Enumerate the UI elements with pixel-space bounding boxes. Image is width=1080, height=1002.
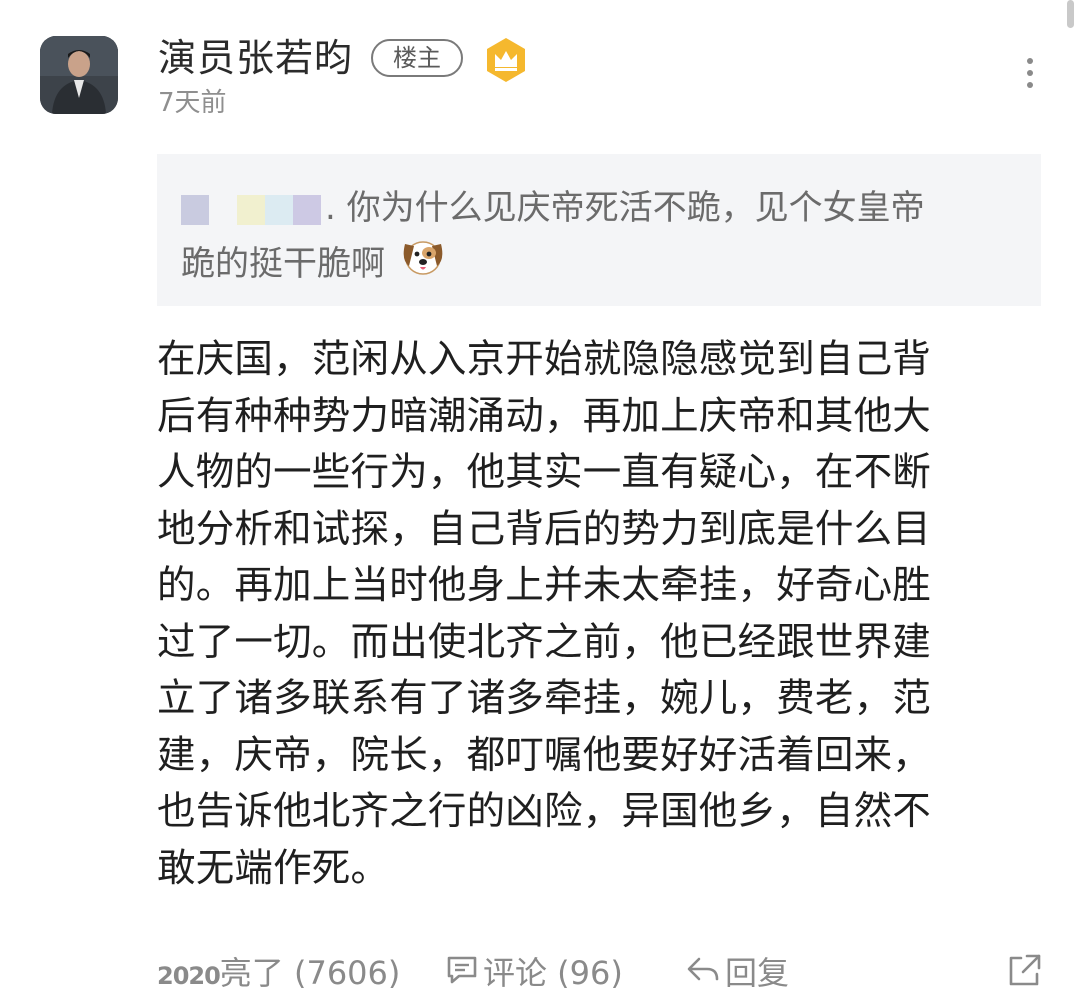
author-name[interactable]: 演员张若昀	[158, 34, 353, 82]
quote-line-1: . 你为什么见庆帝死活不跪，见个女皇帝	[181, 180, 1017, 236]
comment-label: 评论 (96)	[483, 954, 623, 992]
post-time: 7天前	[158, 88, 227, 118]
reply-button[interactable]: 回复	[685, 950, 789, 998]
body-line: 人物的一些行为，他其实一直有疑心，在不断	[157, 450, 932, 495]
like-button[interactable]: 2020亮了 (7606)	[157, 950, 400, 999]
avatar[interactable]	[40, 36, 118, 114]
redacted-username	[181, 194, 321, 225]
dog-face-icon	[400, 236, 446, 295]
crown-badge-icon	[482, 36, 530, 84]
op-badge: 楼主	[371, 39, 463, 77]
body-line: 过了一切。而出使北齐之前，他已经跟世界建	[157, 619, 932, 665]
body-line: 建，庆帝，院长，都叮嘱他要好好活着回来，	[157, 732, 932, 778]
body-line: 立了诸多联系有了诸多牵挂，婉儿，费老，范	[157, 676, 932, 721]
quoted-comment[interactable]: . 你为什么见庆帝死活不跪，见个女皇帝 跪的挺干脆啊	[157, 154, 1041, 306]
comment-button[interactable]: 评论 (96)	[445, 950, 623, 998]
body-line: 也告诉他北齐之行的凶险，异国他乡，自然不	[157, 789, 932, 834]
quote-text-1: . 你为什么见庆帝死活不跪，见个女皇帝	[325, 188, 925, 228]
scrollbar[interactable]	[1067, 0, 1074, 28]
quote-line-2: 跪的挺干脆啊	[181, 236, 1017, 295]
body-line: 后有种种势力暗潮涌动，再加上庆帝和其他大	[157, 393, 932, 439]
comment-bubble-icon	[445, 952, 479, 998]
post-body: 在庆国，范闲从入京开始就隐隐感觉到自己背 后有种种势力暗潮涌动，再加上庆帝和其他…	[157, 332, 1027, 897]
like-label: 亮了 (7606)	[219, 954, 401, 992]
quote-text-2: 跪的挺干脆啊	[181, 244, 385, 284]
reply-arrow-icon	[685, 952, 721, 998]
action-bar: 2020亮了 (7606) 评论 (96) 回复	[157, 950, 1057, 996]
like-prefix: 2020	[157, 962, 221, 990]
reply-label: 回复	[725, 954, 790, 992]
body-line: 在庆国，范闲从入京开始就隐隐感觉到自己背	[157, 337, 932, 382]
body-line: 敢无端作死。	[157, 845, 390, 891]
body-line: 的。再加上当时他身上并未太牵挂，好奇心胜	[157, 563, 932, 608]
share-icon[interactable]	[1005, 950, 1045, 1002]
more-vertical-icon[interactable]	[1020, 58, 1040, 92]
body-line: 地分析和试探，自己背后的势力到底是什么目	[157, 506, 932, 552]
